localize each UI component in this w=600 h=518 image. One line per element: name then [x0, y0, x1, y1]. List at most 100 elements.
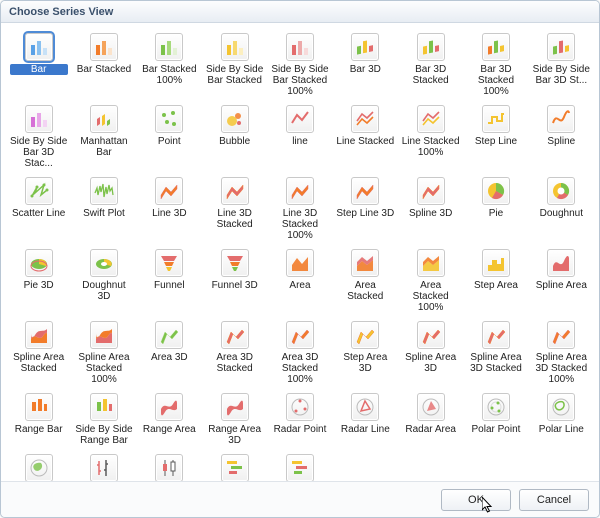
series-view-option[interactable]: Line Stacked 100%: [399, 103, 462, 173]
series-view-option[interactable]: Doughnut: [530, 175, 593, 245]
series-view-option[interactable]: Bar: [7, 31, 70, 101]
series-view-option[interactable]: Spline Area: [530, 247, 593, 317]
series-view-label: Funnel: [140, 280, 198, 291]
area2-icon: [351, 249, 379, 277]
series-view-option[interactable]: Side By Side Bar Stacked 100%: [268, 31, 331, 101]
series-view-option[interactable]: Gantt: [203, 452, 266, 481]
cancel-button[interactable]: Cancel: [519, 489, 589, 511]
series-view-label: Area Stacked: [336, 280, 394, 302]
series-view-option[interactable]: Range Area 3D: [203, 391, 266, 450]
series-view-option[interactable]: line: [268, 103, 331, 173]
series-view-option[interactable]: Bubble: [203, 103, 266, 173]
bars-v-icon: [286, 33, 314, 61]
series-view-option[interactable]: Line 3D: [138, 175, 201, 245]
series-view-option[interactable]: Point: [138, 103, 201, 173]
series-view-option[interactable]: Pie 3D: [7, 247, 70, 317]
series-view-option[interactable]: Funnel: [138, 247, 201, 317]
series-view-option[interactable]: Step Area 3D: [334, 319, 397, 389]
series-view-option[interactable]: Range Bar: [7, 391, 70, 450]
series-view-option[interactable]: Spline Area 3D Stacked 100%: [530, 319, 593, 389]
series-view-option[interactable]: Step Line 3D: [334, 175, 397, 245]
series-view-label: Radar Line: [336, 424, 394, 435]
series-view-label: line: [271, 136, 329, 147]
bars-v-icon: [90, 33, 118, 61]
series-view-label: Spline Area 3D: [402, 352, 460, 374]
series-view-label: Doughnut 3D: [75, 280, 133, 302]
series-view-label: Funnel 3D: [206, 280, 264, 291]
series-view-option[interactable]: Spline 3D: [399, 175, 462, 245]
series-view-label: Step Line: [467, 136, 525, 147]
series-view-option[interactable]: Bar 3D: [334, 31, 397, 101]
rangebar-icon: [90, 393, 118, 421]
series-view-label: Area: [271, 280, 329, 291]
series-view-option[interactable]: Bar 3D Stacked: [399, 31, 462, 101]
series-view-option[interactable]: Side By Side Bar Stacked: [203, 31, 266, 101]
series-view-option[interactable]: Side By Side Range Bar: [72, 391, 135, 450]
series-view-option[interactable]: Doughnut 3D: [72, 247, 135, 317]
series-view-option[interactable]: Spline Area 3D Stacked: [464, 319, 527, 389]
series-view-option[interactable]: Polar Area: [7, 452, 70, 481]
series-view-option[interactable]: Side By Side Gantt: [268, 452, 331, 481]
series-view-option[interactable]: Stock: [72, 452, 135, 481]
series-view-label: Line 3D Stacked: [206, 208, 264, 230]
rangebar-icon: [25, 393, 53, 421]
series-view-label: Bubble: [206, 136, 264, 147]
line2-icon: [351, 105, 379, 133]
series-view-option[interactable]: Spline Area Stacked: [7, 319, 70, 389]
series-view-option[interactable]: Radar Point: [268, 391, 331, 450]
series-view-label: Area 3D: [140, 352, 198, 363]
series-view-option[interactable]: Area 3D Stacked 100%: [268, 319, 331, 389]
funnel-icon: [221, 249, 249, 277]
series-view-label: Bar Stacked 100%: [140, 64, 198, 86]
series-view-option[interactable]: Polar Line: [530, 391, 593, 450]
series-view-option[interactable]: Area 3D Stacked: [203, 319, 266, 389]
series-view-grid: BarBar StackedBar Stacked 100% Side By Si…: [7, 31, 593, 481]
series-view-option[interactable]: Bar 3D Stacked 100%: [464, 31, 527, 101]
series-view-option[interactable]: Bar Stacked: [72, 31, 135, 101]
series-view-option[interactable]: Line 3D Stacked 100%: [268, 175, 331, 245]
ok-button[interactable]: OK: [441, 489, 511, 511]
series-view-option[interactable]: Swift Plot: [72, 175, 135, 245]
radar-pt-icon: [286, 393, 314, 421]
series-view-option[interactable]: Funnel 3D: [203, 247, 266, 317]
series-view-option[interactable]: Radar Area: [399, 391, 462, 450]
series-view-option[interactable]: Manhattan Bar: [72, 103, 135, 173]
series-view-option[interactable]: Spline Area Stacked 100%: [72, 319, 135, 389]
dialog-title: Choose Series View: [1, 1, 599, 23]
series-view-label: Side By Side Bar Stacked: [206, 64, 264, 86]
series-view-option[interactable]: Bar Stacked 100%: [138, 31, 201, 101]
series-view-option[interactable]: Line Stacked: [334, 103, 397, 173]
spline-icon: [547, 105, 575, 133]
series-view-option[interactable]: Polar Point: [464, 391, 527, 450]
series-view-label: Radar Area: [402, 424, 460, 435]
series-view-option[interactable]: Spline: [530, 103, 593, 173]
series-view-option[interactable]: Line 3D Stacked: [203, 175, 266, 245]
series-view-option[interactable]: Pie: [464, 175, 527, 245]
series-view-label: Line 3D Stacked 100%: [271, 208, 329, 241]
series-view-option[interactable]: Spline Area 3D: [399, 319, 462, 389]
series-view-option[interactable]: Area Stacked: [334, 247, 397, 317]
manhattan-icon: [90, 105, 118, 133]
splarea2-icon: [90, 321, 118, 349]
series-view-option[interactable]: Step Line: [464, 103, 527, 173]
bars-v-icon: [221, 33, 249, 61]
step-icon: [482, 105, 510, 133]
series-view-label: Scatter Line: [10, 208, 68, 219]
series-view-option[interactable]: Side By Side Bar 3D St...: [530, 31, 593, 101]
series-view-option[interactable]: Radar Line: [334, 391, 397, 450]
series-view-label: Pie 3D: [10, 280, 68, 291]
series-view-option[interactable]: Area Stacked 100%: [399, 247, 462, 317]
series-view-label: Step Area 3D: [336, 352, 394, 374]
series-view-option[interactable]: Scatter Line: [7, 175, 70, 245]
series-view-option[interactable]: Side By Side Bar 3D Stac...: [7, 103, 70, 173]
rangearea-icon: [221, 393, 249, 421]
series-view-label: Area Stacked 100%: [402, 280, 460, 313]
bubble-icon: [221, 105, 249, 133]
series-view-option[interactable]: Area 3D: [138, 319, 201, 389]
series-view-label: Step Line 3D: [336, 208, 394, 219]
series-view-option[interactable]: Step Area: [464, 247, 527, 317]
rangearea-icon: [155, 393, 183, 421]
series-view-option[interactable]: Range Area: [138, 391, 201, 450]
series-view-option[interactable]: Candle Stick: [138, 452, 201, 481]
series-view-option[interactable]: Area: [268, 247, 331, 317]
